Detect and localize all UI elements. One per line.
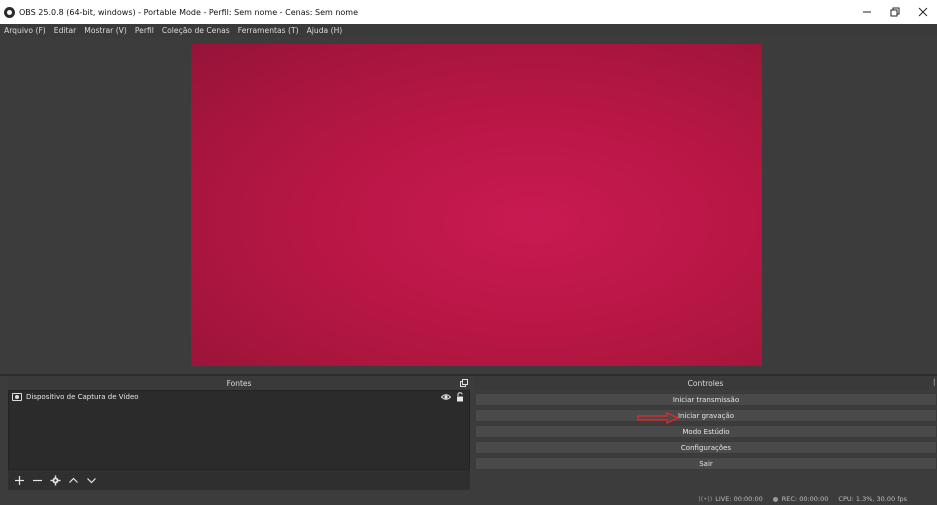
status-bar: ((•)) LIVE: 00:00:00 REC: 00:00:00 CPU: … (0, 493, 937, 505)
menu-view[interactable]: Mostrar (V) (84, 26, 127, 35)
menu-edit[interactable]: Editar (54, 26, 76, 35)
rec-status: REC: 00:00:00 (772, 495, 829, 503)
menu-tools[interactable]: Ferramentas (T) (238, 26, 299, 35)
live-status: ((•)) LIVE: 00:00:00 (698, 495, 763, 503)
window-controls (853, 0, 937, 24)
minimize-icon (863, 11, 871, 13)
sources-dock-title: Fontes (8, 376, 470, 390)
move-source-up-button[interactable] (66, 473, 81, 488)
sources-float-button[interactable] (459, 378, 469, 388)
eye-icon[interactable] (441, 393, 451, 401)
restore-icon (890, 7, 900, 17)
plus-icon (15, 475, 24, 485)
live-timer: LIVE: 00:00:00 (715, 495, 763, 503)
video-preview[interactable] (191, 44, 762, 366)
start-recording-button[interactable]: Iniciar gravação (475, 409, 937, 422)
add-source-button[interactable] (12, 473, 27, 488)
cpu-status: CPU: 1.3%, 30.00 fps (838, 495, 907, 503)
title-bar: OBS 25.0.8 (64-bit, windows) - Portable … (0, 0, 937, 24)
close-icon (918, 7, 928, 17)
minimize-button[interactable] (853, 0, 881, 24)
annotation-arrow-icon (637, 412, 679, 424)
source-properties-button[interactable] (48, 473, 63, 488)
unlock-icon[interactable] (456, 392, 464, 402)
gear-icon (50, 475, 61, 485)
minus-icon (33, 479, 42, 481)
move-source-down-button[interactable] (84, 473, 99, 488)
controls-dock-title: Controles (474, 376, 937, 390)
menu-bar: Arquivo (F) Editar Mostrar (V) Perfil Co… (0, 24, 937, 37)
controls-title-label: Controles (687, 378, 724, 388)
settings-button[interactable]: Configurações (475, 441, 937, 454)
source-item[interactable]: Dispositivo de Captura de Vídeo (9, 391, 469, 403)
studio-mode-button[interactable]: Modo Estúdio (475, 425, 937, 438)
undock-icon (460, 379, 468, 387)
preview-area (0, 37, 937, 374)
remove-source-button[interactable] (30, 473, 45, 488)
close-button[interactable] (909, 0, 937, 24)
menu-profile[interactable]: Perfil (135, 26, 154, 35)
exit-button[interactable]: Sair (475, 457, 937, 470)
menu-file[interactable]: Arquivo (F) (4, 26, 46, 35)
chevron-up-icon (69, 477, 78, 483)
start-streaming-button[interactable]: Iniciar transmissão (475, 393, 937, 406)
sources-title-label: Fontes (226, 378, 252, 388)
restore-button[interactable] (881, 0, 909, 24)
camera-icon (12, 393, 22, 401)
rec-timer: REC: 00:00:00 (781, 495, 829, 503)
sources-list[interactable]: Dispositivo de Captura de Vídeo (8, 390, 470, 470)
controls-dock-edge: | (933, 378, 936, 386)
menu-help[interactable]: Ajuda (H) (307, 26, 343, 35)
window-title: OBS 25.0.8 (64-bit, windows) - Portable … (19, 7, 359, 17)
cpu-fps-readout: CPU: 1.3%, 30.00 fps (838, 495, 907, 503)
record-dot-icon (772, 496, 778, 502)
chevron-down-icon (87, 477, 96, 483)
menu-scene-collection[interactable]: Coleção de Cenas (162, 26, 230, 35)
source-item-label: Dispositivo de Captura de Vídeo (26, 393, 139, 401)
broadcast-icon: ((•)) (698, 495, 713, 503)
sources-toolbar (8, 470, 470, 490)
obs-logo-icon (4, 6, 15, 18)
